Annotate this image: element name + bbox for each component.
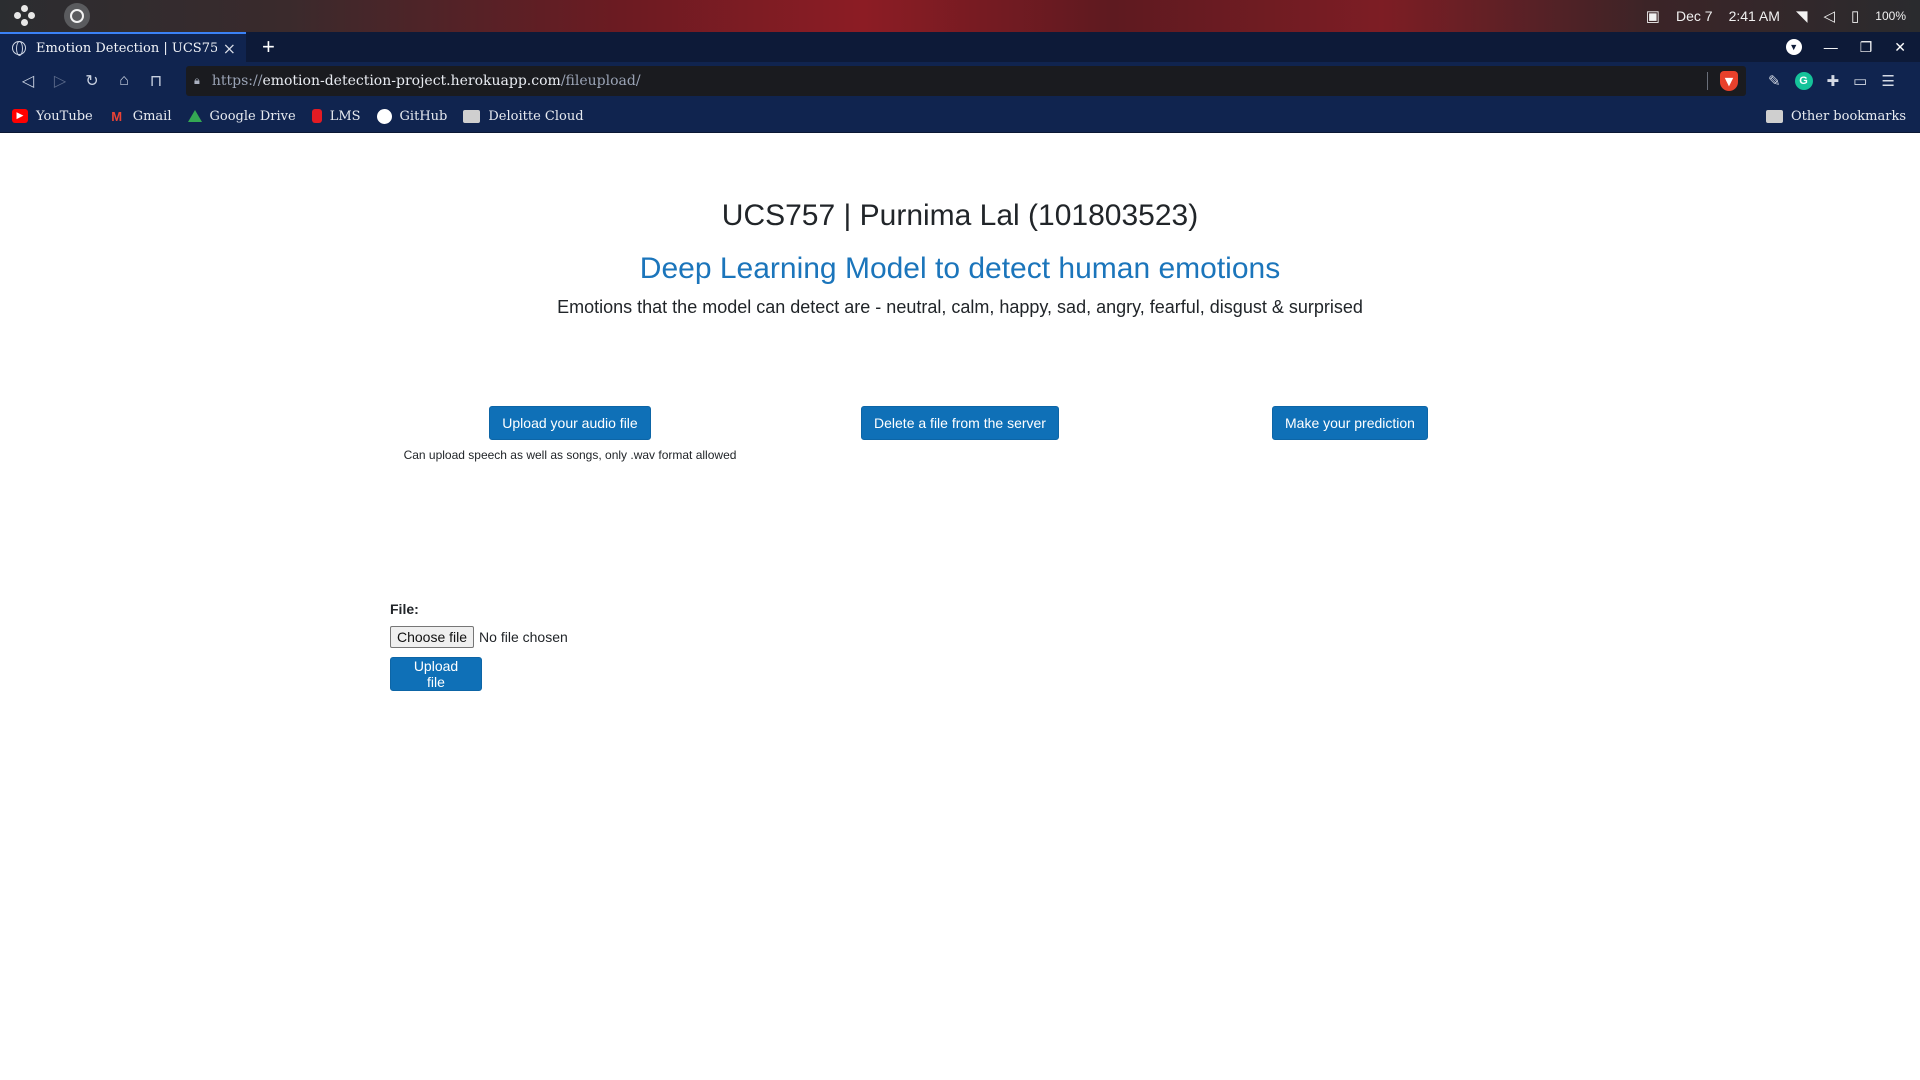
file-input[interactable]: Choose file No file chosen: [390, 626, 568, 648]
wifi-icon[interactable]: ◥: [1796, 7, 1808, 25]
bookmark-google-drive[interactable]: Google Drive: [187, 108, 296, 124]
url-host: emotion-detection-project.herokuapp.com: [262, 73, 561, 89]
folder-icon: [463, 109, 481, 123]
bookmark-label: YouTube: [36, 108, 93, 124]
tab-search-icon[interactable]: ▼: [1785, 39, 1802, 55]
clock-date[interactable]: Dec 7: [1676, 8, 1713, 24]
folder-icon: [1766, 109, 1783, 123]
bookmark-label: Gmail: [132, 108, 172, 124]
battery-icon[interactable]: ▯: [1851, 7, 1859, 25]
reload-icon[interactable]: ↻: [76, 65, 108, 97]
forward-icon[interactable]: ▷: [44, 65, 76, 97]
maximize-icon[interactable]: ❐: [1860, 39, 1873, 56]
extensions-icon[interactable]: ✚: [1827, 72, 1840, 90]
page-content: UCS757 | Purnima Lal (101803523) Deep Le…: [0, 134, 1920, 1080]
battery-level: 100%: [1875, 9, 1906, 23]
browser-tab[interactable]: Emotion Detection | UCS757 ×: [0, 32, 246, 62]
new-tab-button[interactable]: +: [262, 36, 275, 58]
bookmark-label: LMS: [329, 108, 361, 124]
other-bookmarks[interactable]: Other bookmarks: [1766, 109, 1906, 124]
address-bar[interactable]: 🔒︎ https://emotion-detection-project.her…: [186, 66, 1746, 96]
page-description: Emotions that the model can detect are -…: [557, 297, 1363, 317]
bookmark-lms[interactable]: LMS: [311, 108, 361, 124]
extension-bird-icon[interactable]: ✎: [1768, 72, 1781, 90]
minimize-icon[interactable]: —: [1824, 39, 1838, 55]
activities-icon[interactable]: [64, 3, 90, 29]
page-subtitle: Deep Learning Model to detect human emot…: [639, 252, 1281, 285]
url-path: /fileupload/: [560, 73, 641, 89]
apps-icon[interactable]: [14, 5, 36, 27]
browser-toolbar: ◁ ▷ ↻ ⌂ ⊓ 🔒︎ https://emotion-detection-p…: [0, 62, 1920, 100]
delete-file-button[interactable]: Delete a file from the server: [861, 406, 1059, 440]
tab-close-icon[interactable]: ×: [223, 39, 236, 58]
os-top-panel: ▣ Dec 7 2:41 AM ◥ ◁ ▯ 100%: [0, 0, 1920, 32]
upload-audio-button[interactable]: Upload your audio file: [489, 406, 651, 440]
url-scheme: https://: [211, 73, 263, 89]
gmail-icon: M: [111, 108, 123, 124]
file-label: File:: [390, 601, 419, 617]
bookmark-label: GitHub: [399, 108, 448, 124]
google-drive-icon: [187, 110, 202, 122]
youtube-icon: ▶: [12, 109, 28, 123]
choose-file-button[interactable]: Choose file: [390, 626, 475, 648]
menu-icon[interactable]: ☰: [1881, 72, 1894, 90]
bookmark-icon[interactable]: ⊓: [140, 65, 172, 97]
screen-icon[interactable]: ▣: [1646, 7, 1660, 25]
upload-hint: Can upload speech as well as songs, only…: [403, 448, 737, 462]
bookmark-label: Google Drive: [209, 108, 296, 124]
wallet-icon[interactable]: ▭: [1853, 72, 1867, 90]
tab-strip: Emotion Detection | UCS757 × + ▼ — ❐ ✕: [0, 32, 1920, 62]
brave-shields-icon[interactable]: ▼: [1720, 71, 1738, 91]
file-status: No file chosen: [479, 629, 568, 645]
github-icon: [376, 108, 392, 124]
bookmark-deloitte-cloud[interactable]: Deloitte Cloud: [463, 108, 584, 124]
bookmark-github[interactable]: GitHub: [376, 108, 448, 124]
lms-icon: [311, 109, 322, 123]
clock-time[interactable]: 2:41 AM: [1729, 8, 1780, 24]
make-prediction-button[interactable]: Make your prediction: [1272, 406, 1428, 440]
tab-title: Emotion Detection | UCS757: [36, 40, 217, 56]
volume-icon[interactable]: ◁: [1823, 7, 1835, 25]
url-divider: [1707, 72, 1708, 90]
back-icon[interactable]: ◁: [12, 65, 44, 97]
bookmarks-bar: ▶ YouTube M Gmail Google Drive LMS GitHu…: [0, 100, 1920, 133]
home-icon[interactable]: ⌂: [108, 65, 140, 97]
window-close-icon[interactable]: ✕: [1894, 39, 1906, 56]
bookmark-gmail[interactable]: M Gmail: [109, 108, 172, 124]
other-bookmarks-label: Other bookmarks: [1791, 108, 1906, 124]
page-title: UCS757 | Purnima Lal (101803523): [721, 199, 1199, 232]
upload-file-button[interactable]: Upload file: [390, 657, 482, 691]
grammarly-icon[interactable]: G: [1794, 72, 1813, 90]
bookmark-youtube[interactable]: ▶ YouTube: [12, 109, 93, 124]
lock-icon[interactable]: 🔒︎: [194, 74, 200, 88]
bookmark-label: Deloitte Cloud: [488, 108, 584, 124]
globe-icon: [12, 41, 26, 56]
